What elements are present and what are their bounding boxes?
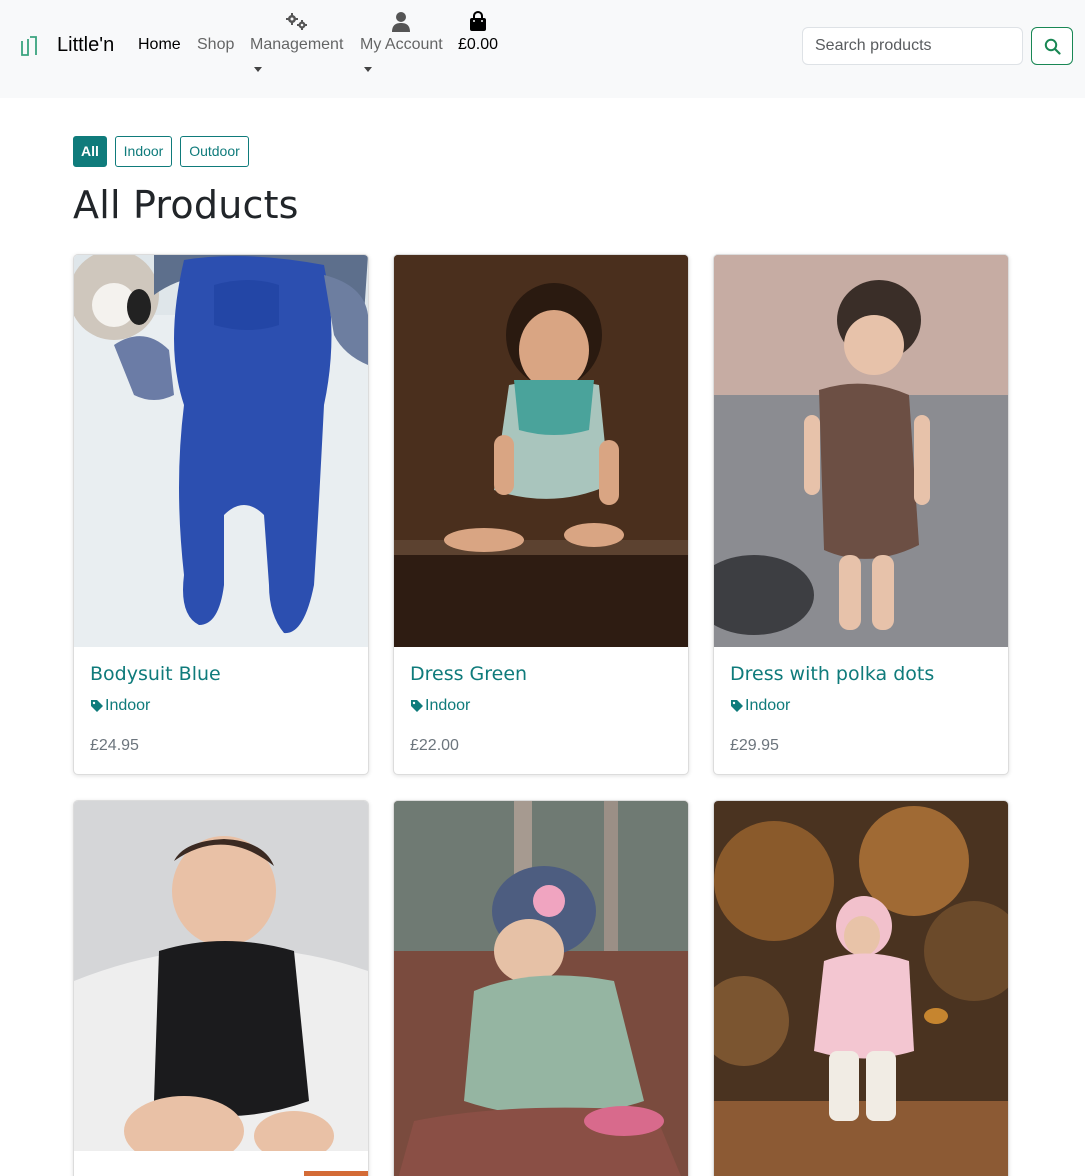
- nav-home[interactable]: Home: [138, 36, 181, 54]
- page-title: All Products: [73, 183, 299, 227]
- product-price: £29.95: [730, 737, 779, 754]
- product-card[interactable]: Dress Green Indoor £22.00: [393, 254, 689, 775]
- product-name[interactable]: Bodysuit Blue: [90, 663, 221, 685]
- nav-shop[interactable]: Shop: [197, 36, 234, 54]
- navbar: Little'n Home Shop Management My Account…: [0, 0, 1085, 98]
- product-card[interactable]: [73, 800, 369, 1176]
- tag-icon: [731, 700, 743, 712]
- product-price: £22.00: [410, 737, 459, 754]
- product-image[interactable]: [394, 801, 688, 1176]
- tag-icon: [411, 700, 423, 712]
- management-dropdown-caret-icon[interactable]: [254, 67, 262, 72]
- product-card[interactable]: Bodysuit Blue Indoor £24.95: [73, 254, 369, 775]
- product-card[interactable]: Dress with polka dots Indoor £29.95: [713, 254, 1009, 775]
- filter-outdoor[interactable]: Outdoor: [180, 136, 249, 167]
- product-image[interactable]: [74, 801, 368, 1176]
- product-image[interactable]: [714, 801, 1008, 1176]
- product-name[interactable]: Dress with polka dots: [730, 663, 934, 685]
- bag-total[interactable]: £0.00: [458, 36, 498, 54]
- nav-my-account[interactable]: My Account: [360, 36, 443, 54]
- shopping-bag-icon[interactable]: [469, 11, 487, 32]
- search-button[interactable]: [1031, 27, 1073, 65]
- product-name[interactable]: Dress Green: [410, 663, 527, 685]
- user-icon[interactable]: [391, 11, 411, 32]
- product-category[interactable]: Indoor: [90, 697, 150, 715]
- brand-logo-icon[interactable]: [19, 35, 39, 57]
- product-image[interactable]: [714, 255, 1008, 647]
- product-card[interactable]: [393, 800, 689, 1176]
- product-image[interactable]: [394, 255, 688, 647]
- brand-name[interactable]: Little'n: [57, 34, 114, 57]
- nav-management[interactable]: Management: [250, 36, 343, 54]
- product-price: £24.95: [90, 737, 139, 754]
- product-category[interactable]: Indoor: [410, 697, 470, 715]
- product-card[interactable]: [713, 800, 1009, 1176]
- product-category[interactable]: Indoor: [730, 697, 790, 715]
- gears-icon[interactable]: [284, 12, 310, 32]
- account-dropdown-caret-icon[interactable]: [364, 67, 372, 72]
- search-icon: [1044, 38, 1061, 55]
- filter-all[interactable]: All: [73, 136, 107, 167]
- filter-indoor[interactable]: Indoor: [115, 136, 172, 167]
- product-image[interactable]: [74, 255, 368, 647]
- search-input[interactable]: [802, 27, 1023, 65]
- tag-icon: [91, 700, 103, 712]
